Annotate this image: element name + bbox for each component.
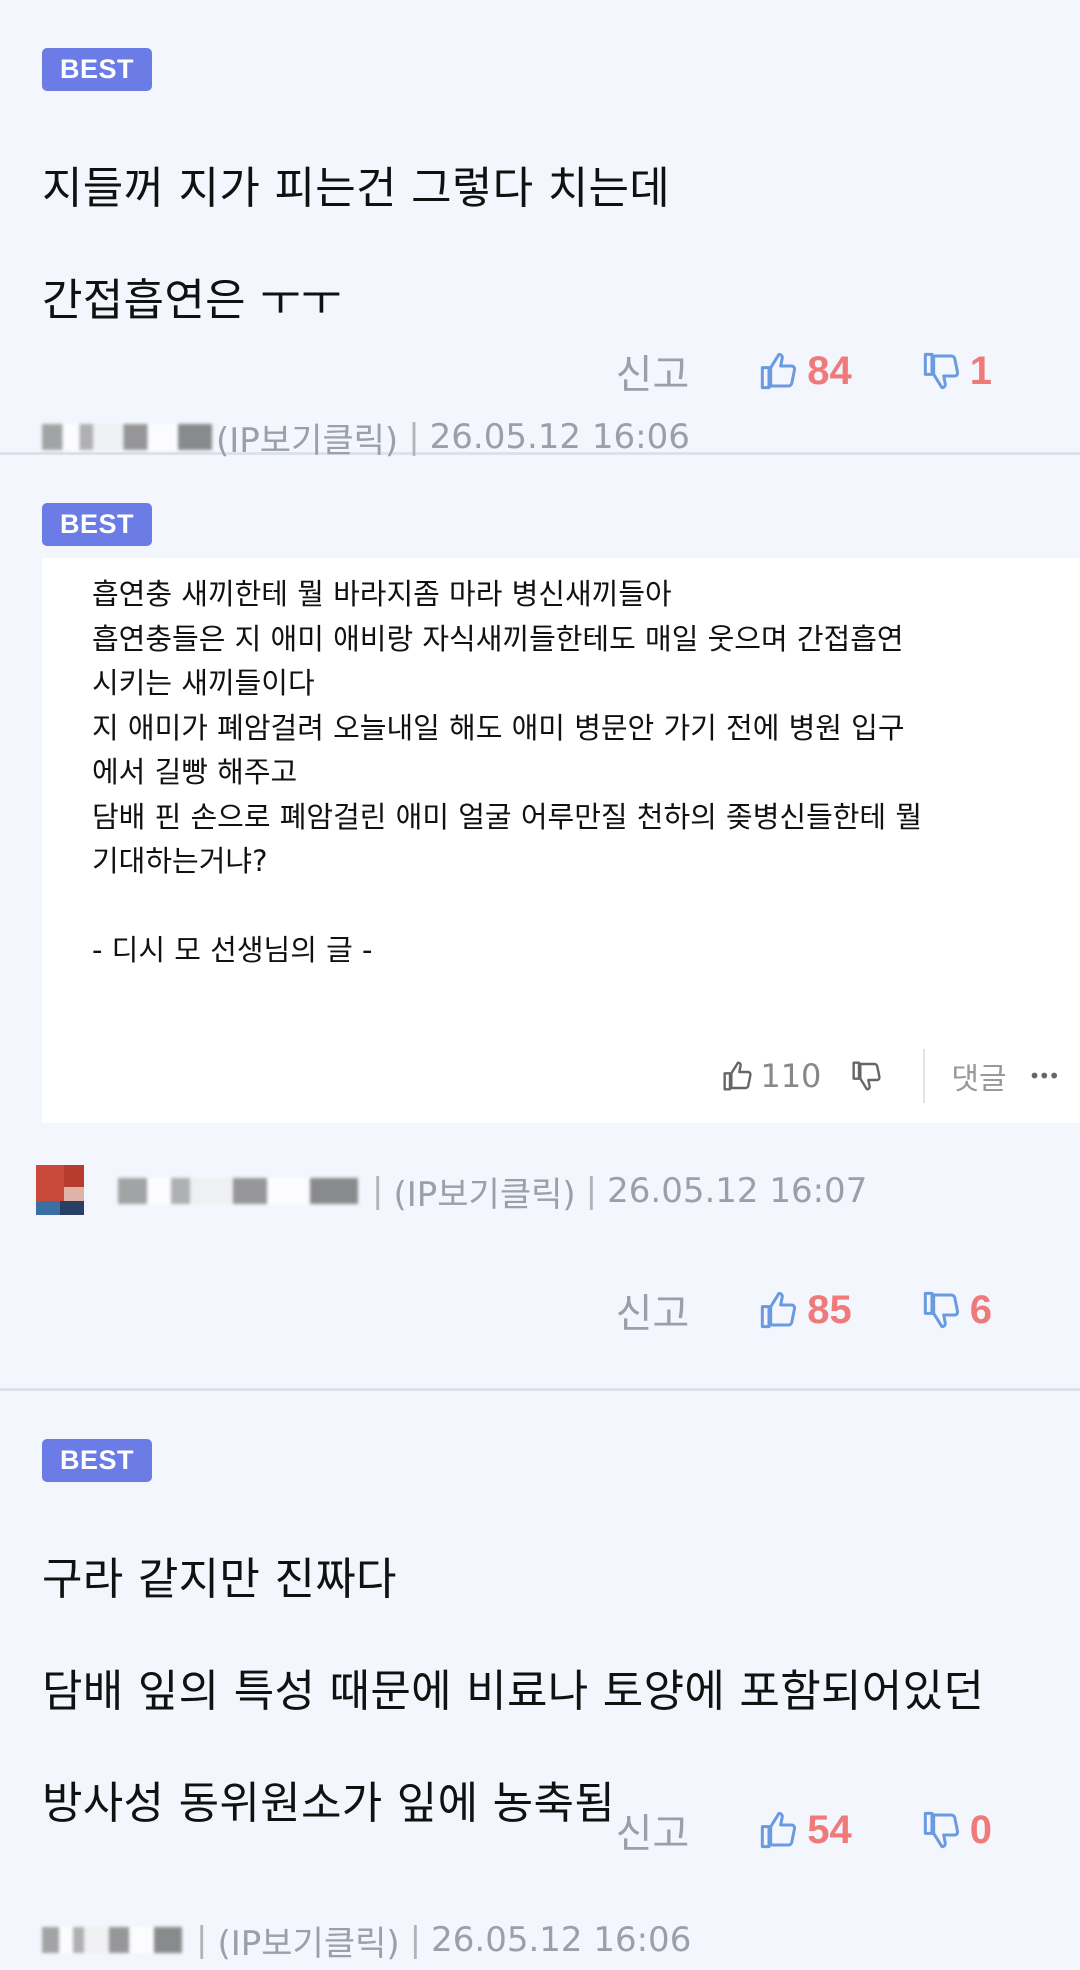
thumbs-down-icon [923,352,959,390]
meta-separator: | [372,1171,384,1211]
comment-date: 26.05.12 16:06 [429,417,690,457]
thumbs-down-icon [923,1811,959,1849]
dislike-count: 6 [969,1287,992,1332]
comment-item: BEST 흡연충 새끼한테 뭘 바라지좀 마라 병신새끼들아 흡연충들은 지 애… [0,455,1080,1388]
dislike-count: 1 [969,348,992,393]
embedded-line [92,884,1030,929]
embedded-actions: 110 댓글 ••• [722,1049,1060,1103]
embedded-reply: 댓글 [951,1062,1007,1097]
dislike-button[interactable]: 1 [922,349,992,394]
embedded-line: 지 애미가 폐암걸려 오늘내일 해도 애미 병문안 가기 전에 병원 입구 [92,710,905,745]
embedded-line: 기대하는거냐? [92,844,268,878]
best-badge: BEST [42,48,153,91]
embedded-image-comment: 흡연충 새끼한테 뭘 바라지좀 마라 병신새끼들아 흡연충들은 지 애미 애비랑… [42,558,1080,1123]
embedded-line: 시키는 새끼들이다 [92,666,315,700]
comment-date: 26.05.12 16:06 [431,1920,692,1960]
thumbs-up-icon [723,1061,752,1091]
meta-separator: | [408,417,420,457]
embedded-line: 흡연충들은 지 애미 애비랑 자식새끼들한테도 매일 웃으며 간접흡연 [92,621,904,656]
comment-meta: | (IP보기클릭) | 26.05.12 16:07 [32,1161,1038,1221]
author-name-blurred[interactable] [118,1178,358,1204]
best-badge: BEST [42,1439,153,1482]
report-button[interactable]: 신고 [616,1801,690,1859]
thumbs-down-icon [923,1291,959,1329]
author-name-blurred[interactable] [42,1927,182,1953]
embedded-line: 흡연충 새끼한테 뭘 바라지좀 마라 병신새끼들아 [92,577,672,611]
embedded-line: - 디시 모 선생님의 글 - [92,933,373,967]
like-count: 85 [807,1287,852,1332]
avatar-image [36,1165,84,1215]
meta-separator: | [409,1920,422,1960]
embedded-text: 흡연충 새끼한테 뭘 바라지좀 마라 병신새끼들아 흡연충들은 지 애미 애비랑… [92,572,1030,973]
author-name-blurred[interactable] [42,424,212,450]
dislike-button[interactable]: 0 [922,1808,992,1853]
ip-view-link[interactable]: (IP보기클릭) [393,1167,575,1216]
thumbs-up-icon [761,1291,797,1329]
ip-view-link[interactable]: (IP보기클릭) [217,1916,399,1965]
comment-date: 26.05.12 16:07 [607,1171,868,1211]
like-button[interactable]: 85 [759,1288,852,1333]
comment-meta: | (IP보기클릭) | 26.05.12 16:06 [42,1910,1038,1970]
meta-separator: | [585,1171,598,1211]
thumbs-up-icon [761,1811,797,1849]
report-button[interactable]: 신고 [616,1281,690,1339]
dislike-button[interactable]: 6 [922,1288,992,1333]
comment-actions: 신고 54 0 [616,1801,992,1859]
comment-line: 간접흡연은 ㅜㅜ [42,275,342,326]
embedded-line: 담배 핀 손으로 폐암걸린 애미 얼굴 어루만질 천하의 좆병신들한테 뭘 [92,799,923,834]
comment-line: 구라 같지만 진짜다 [42,1554,397,1605]
thumbs-up-icon [761,352,797,390]
comment-item: BEST 구라 같지만 진짜다 담배 잎의 특성 때문에 비료나 토양에 포함되… [0,1391,1080,1964]
embedded-line: 에서 길빵 해주고 [92,755,298,789]
comment-item: BEST 지들꺼 지가 피는건 그렇다 치는데 간접흡연은 ㅜㅜ (IP보기클릭… [0,0,1080,461]
avatar[interactable] [32,1155,104,1227]
like-count: 54 [807,1807,852,1852]
thumbs-down-icon [852,1061,882,1091]
like-button[interactable]: 84 [759,349,852,394]
report-button[interactable]: 신고 [616,342,690,400]
embedded-separator [923,1049,926,1103]
comment-line: 지들꺼 지가 피는건 그렇다 치는데 [42,163,671,214]
like-count: 84 [807,348,852,393]
like-button[interactable]: 54 [759,1808,852,1853]
comment-actions: 신고 85 6 [616,1281,992,1339]
more-icon: ••• [1028,1064,1060,1088]
dislike-count: 0 [969,1807,992,1852]
comment-actions: 신고 84 1 [616,342,992,400]
embedded-like-count: 110 [760,1057,822,1095]
comment-line: 담배 잎의 특성 때문에 비료나 토양에 포함되어있던 [42,1666,985,1717]
best-badge: BEST [42,503,153,546]
meta-separator: | [196,1920,208,1960]
